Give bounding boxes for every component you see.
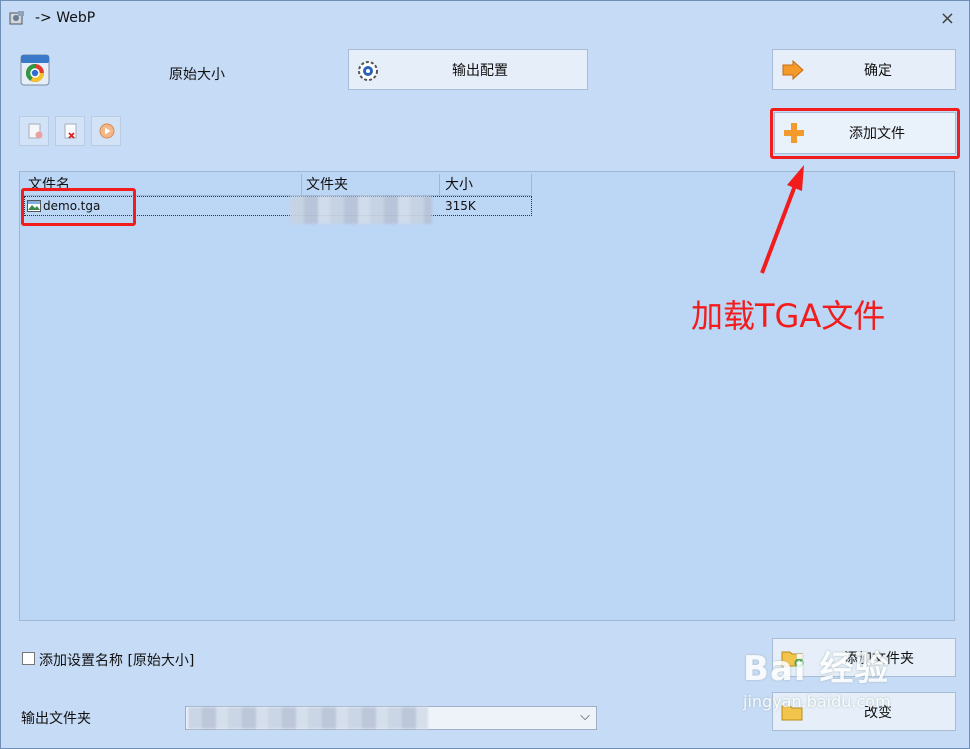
add-file-label: 添加文件 (849, 126, 905, 142)
change-label: 改变 (864, 704, 892, 721)
remove-file-button[interactable] (55, 116, 85, 146)
folder-path-redacted (290, 196, 432, 224)
app-icon (9, 11, 24, 25)
window-title: -> WebP (35, 10, 96, 26)
confirm-label: 确定 (864, 62, 892, 79)
add-folder-label: 添加文件夹 (844, 650, 914, 667)
output-config-button[interactable]: 输出配置 (348, 49, 588, 90)
add-settings-checkbox[interactable] (22, 652, 35, 665)
output-folder-select[interactable]: ⌵ (185, 706, 597, 730)
change-button[interactable]: 改变 (772, 692, 956, 731)
column-header-filename[interactable]: 文件名 (22, 174, 302, 196)
webp-logo-icon (20, 54, 50, 86)
clear-list-icon (28, 123, 43, 139)
folder-icon (781, 705, 803, 721)
play-icon (99, 123, 115, 139)
output-folder-label: 输出文件夹 (21, 711, 91, 727)
file-name-cell: demo.tga (43, 199, 101, 213)
chevron-down-icon[interactable]: ⌵ (580, 709, 590, 724)
close-icon[interactable]: × (940, 8, 955, 29)
add-folder-button[interactable]: 添加文件夹 (772, 638, 956, 677)
output-path-redacted (188, 707, 428, 729)
annotation-arrow-icon (760, 165, 804, 274)
image-file-icon (27, 200, 41, 212)
size-cell: 315K (445, 199, 476, 213)
app-window: -> WebP × 原始大小 输出配置 确定 添加文件 文件名 文件夹 大小 d… (0, 0, 970, 749)
confirm-button[interactable]: 确定 (772, 49, 956, 90)
arrow-right-icon (782, 60, 804, 80)
folder-add-icon (781, 651, 804, 668)
plus-icon (784, 123, 804, 143)
remove-file-icon (64, 123, 77, 139)
add-file-button[interactable]: 添加文件 (774, 112, 956, 154)
gear-icon (358, 61, 378, 81)
convert-button[interactable] (91, 116, 121, 146)
annotation-text: 加载TGA文件 (691, 297, 886, 335)
column-header-end (531, 174, 532, 196)
size-mode-label: 原始大小 (169, 67, 225, 83)
column-header-folder[interactable]: 文件夹 (300, 174, 440, 196)
title-bar: -> WebP × (1, 1, 969, 35)
add-settings-label[interactable]: 添加设置名称 [原始大小] (39, 650, 194, 670)
column-header-size[interactable]: 大小 (439, 174, 532, 196)
output-config-label: 输出配置 (452, 62, 508, 79)
clear-list-button[interactable] (19, 116, 49, 146)
